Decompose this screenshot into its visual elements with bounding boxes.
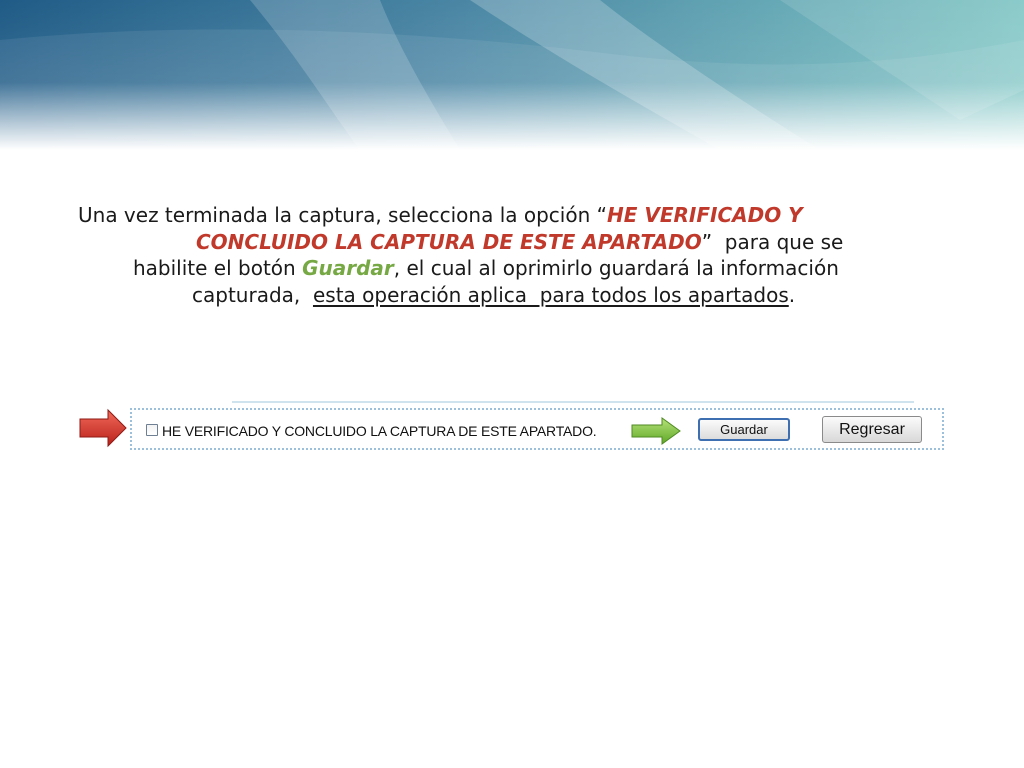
save-button[interactable]: Guardar <box>698 418 790 441</box>
form-top-divider <box>232 401 914 403</box>
instructions-text: Una vez terminada la captura, selecciona… <box>78 203 607 227</box>
instructions-text: , el cual al oprimirlo guardará la infor… <box>393 256 839 280</box>
instructions-line-2: CONCLUIDO LA CAPTURA DE ESTE APARTADO” p… <box>196 229 843 255</box>
header-banner <box>0 0 1024 150</box>
red-arrow-icon <box>79 408 127 448</box>
button-name-emphasis: Guardar <box>302 256 394 280</box>
verification-checkbox-label[interactable]: HE VERIFICADO Y CONCLUIDO LA CAPTURA DE … <box>162 423 597 439</box>
underlined-note: esta operación aplica para todos los apa… <box>312 283 789 307</box>
instructions-text: ” para que se <box>701 230 844 254</box>
back-button[interactable]: Regresar <box>822 416 922 443</box>
instructions-text: capturada, <box>192 283 313 307</box>
option-name-emphasis: HE VERIFICADO Y <box>607 203 803 227</box>
instructions-text: habilite el botón <box>133 256 303 280</box>
instructions-line-4: capturada, esta operación aplica para to… <box>192 282 795 308</box>
option-name-emphasis: CONCLUIDO LA CAPTURA DE ESTE APARTADO <box>196 230 702 254</box>
instructions-text: . <box>788 283 796 307</box>
green-arrow-icon <box>631 417 681 445</box>
instructions-line-1: Una vez terminada la captura, selecciona… <box>78 202 803 228</box>
instructions-line-3: habilite el botón Guardar, el cual al op… <box>133 255 839 281</box>
verification-checkbox[interactable] <box>146 424 158 436</box>
